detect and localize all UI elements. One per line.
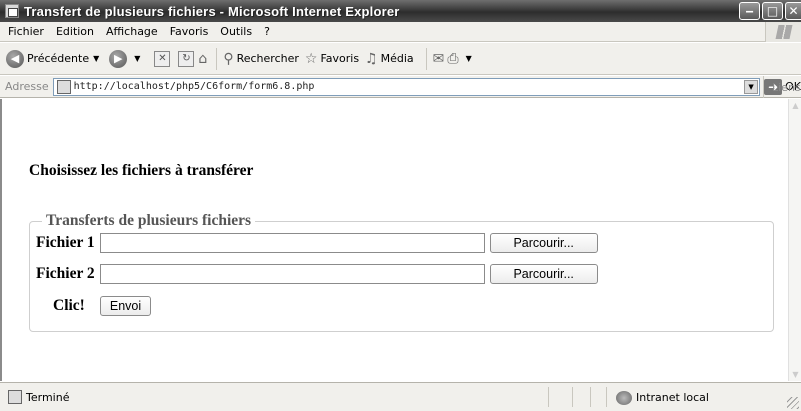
address-url[interactable]: http://localhost/php5/C6form/form6.8.php xyxy=(74,81,315,92)
file2-browse-button[interactable]: Parcourir... xyxy=(489,264,598,284)
back-button[interactable]: ◀ Précédente ▼ xyxy=(6,49,103,68)
minimize-button[interactable]: ‒ xyxy=(739,2,760,20)
file1-row: Fichier 1 Parcourir... xyxy=(36,233,598,253)
media-button[interactable]: ♫ Média xyxy=(365,51,414,67)
file1-label: Fichier 1 xyxy=(36,234,95,251)
maximize-button[interactable]: □ xyxy=(762,2,783,20)
status-divider xyxy=(606,387,607,407)
file2-input[interactable] xyxy=(99,264,485,284)
address-label: Adresse xyxy=(5,80,49,93)
submit-button[interactable]: Envoi xyxy=(99,296,152,316)
window-controls: ‒ □ ✕ xyxy=(739,2,801,20)
media-label: Média xyxy=(380,52,414,65)
page-icon xyxy=(56,79,71,94)
submit-row: Clic! Envoi xyxy=(53,296,152,316)
forward-button[interactable]: ▶ ▼ xyxy=(109,49,144,68)
menu-help[interactable]: ? xyxy=(258,25,276,38)
resize-grip-icon[interactable] xyxy=(787,397,799,409)
mail-icon[interactable]: ✉ xyxy=(433,51,445,67)
address-input[interactable]: http://localhost/php5/C6form/form6.8.php… xyxy=(52,77,761,96)
file2-row: Fichier 2 Parcourir... xyxy=(36,264,598,284)
search-button[interactable]: ⚲ Rechercher xyxy=(223,51,299,67)
close-button[interactable]: ✕ xyxy=(785,2,801,20)
menu-outils[interactable]: Outils xyxy=(214,25,258,38)
app-icon[interactable] xyxy=(5,4,19,18)
scroll-down-icon[interactable]: ▼ xyxy=(789,368,801,381)
file1-input[interactable] xyxy=(99,233,485,253)
refresh-icon[interactable]: ↻ xyxy=(178,50,195,67)
address-dropdown-icon[interactable]: ▼ xyxy=(744,79,759,94)
media-icon: ♫ xyxy=(365,50,378,67)
forward-arrow-icon: ▶ xyxy=(109,49,128,68)
title-bar[interactable]: Transfert de plusieurs fichiers - Micros… xyxy=(0,0,801,22)
back-arrow-icon: ◀ xyxy=(6,49,24,68)
back-label: Précédente xyxy=(27,52,90,65)
menu-affichage[interactable]: Affichage xyxy=(100,25,164,38)
scroll-up-icon[interactable]: ▲ xyxy=(789,99,801,112)
print-icon[interactable]: ⎙ xyxy=(447,51,458,67)
home-icon[interactable]: ⌂ xyxy=(198,51,207,67)
status-divider xyxy=(548,387,549,407)
menu-edition[interactable]: Edition xyxy=(50,25,100,38)
status-bar: Terminé Intranet local xyxy=(0,382,801,411)
status-divider xyxy=(590,387,591,407)
zone-text: Intranet local xyxy=(636,391,709,404)
toolbar-separator xyxy=(216,47,218,70)
star-icon: ☆ xyxy=(304,50,318,67)
status-text: Terminé xyxy=(26,390,70,404)
windows-logo-icon xyxy=(765,22,801,42)
menu-fichier[interactable]: Fichier xyxy=(0,25,50,38)
favorites-button[interactable]: ☆ Favoris xyxy=(305,51,359,67)
intranet-zone-icon xyxy=(616,390,632,405)
security-zone[interactable]: Intranet local xyxy=(610,383,709,411)
vertical-scrollbar[interactable]: ▲ ▼ xyxy=(788,99,801,381)
address-bar: Adresse http://localhost/php5/C6form/for… xyxy=(0,76,801,98)
status-divider xyxy=(572,387,573,407)
file1-browse-button[interactable]: Parcourir... xyxy=(489,233,598,253)
search-icon: ⚲ xyxy=(223,50,234,67)
back-dropdown-icon[interactable]: ▼ xyxy=(93,54,99,63)
forward-dropdown-icon[interactable]: ▼ xyxy=(134,54,140,63)
file2-label: Fichier 2 xyxy=(36,265,95,282)
fieldset-legend: Transferts de plusieurs fichiers xyxy=(46,212,252,229)
menu-bar: Fichier Edition Affichage Favoris Outils… xyxy=(0,22,801,42)
favorites-label: Favoris xyxy=(320,52,360,65)
submit-prompt: Clic! xyxy=(53,297,85,314)
toolbar: ◀ Précédente ▼ ▶ ▼ ✕ ↻ ⌂ ⚲ Rechercher ☆ … xyxy=(0,43,801,75)
page-done-icon xyxy=(8,390,22,404)
print-dropdown-icon[interactable]: ▼ xyxy=(466,54,472,63)
toolbar-separator xyxy=(425,47,427,70)
search-label: Rechercher xyxy=(236,52,299,65)
window-title: Transfert de plusieurs fichiers - Micros… xyxy=(24,3,400,19)
page-heading: Choisissez les fichiers à transférer xyxy=(29,162,254,179)
menu-favoris[interactable]: Favoris xyxy=(164,25,215,38)
stop-icon[interactable]: ✕ xyxy=(154,50,171,67)
links-button[interactable]: Liens xyxy=(763,76,801,98)
